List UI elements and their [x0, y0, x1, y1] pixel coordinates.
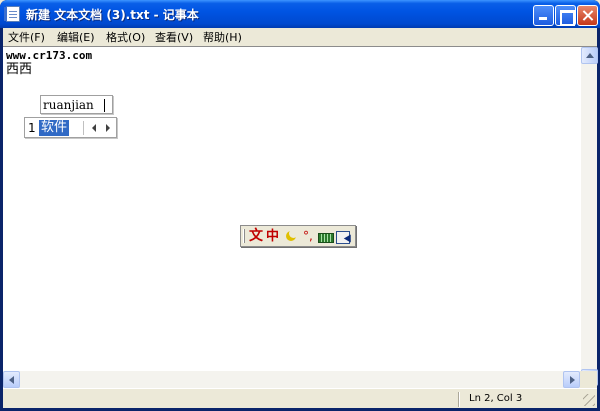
menu-file[interactable]: 文件(F)	[8, 29, 45, 45]
candidate-word[interactable]: 软件	[39, 120, 70, 136]
menu-edit[interactable]: 编辑(E)	[57, 29, 95, 45]
candidate-divider	[83, 121, 84, 135]
arrow-left-icon	[9, 376, 14, 384]
minimize-icon	[534, 6, 553, 25]
ime-status-bar: 文 中 °,	[240, 225, 356, 247]
ime-candidate-window: 1 软件	[24, 117, 117, 138]
maximize-icon	[556, 6, 575, 26]
ime-composition-text: ruanjian	[43, 98, 94, 112]
notepad-window: 新建 文本文档 (3).txt - 记事本 文件(F) 编辑(E) 格式(O) …	[0, 0, 600, 411]
status-bar: Ln 2, Col 3	[3, 388, 597, 408]
maximize-button[interactable]	[555, 5, 576, 26]
candidate-next-button[interactable]	[101, 120, 115, 136]
punctuation-toggle[interactable]: °,	[303, 228, 315, 245]
menu-help[interactable]: 帮助(H)	[203, 29, 242, 45]
half-width-moon-icon[interactable]	[285, 228, 298, 245]
editor-line: 西西	[6, 62, 33, 77]
cursor-position: Ln 2, Col 3	[469, 393, 523, 404]
window-title: 新建 文本文档 (3).txt - 记事本	[26, 8, 199, 22]
arrow-left-icon	[92, 124, 96, 132]
scroll-left-button[interactable]	[3, 371, 20, 388]
menu-format[interactable]: 格式(O)	[106, 29, 145, 45]
ime-caret	[104, 99, 105, 112]
soft-keyboard-icon[interactable]	[317, 228, 334, 245]
menu-view[interactable]: 查看(V)	[155, 29, 193, 45]
status-divider	[458, 392, 460, 407]
menu-bar: 文件(F) 编辑(E) 格式(O) 查看(V) 帮助(H)	[3, 28, 597, 46]
close-button[interactable]	[577, 5, 598, 26]
editor-line: www.cr173.com	[6, 49, 93, 62]
editor-content: www.cr173.com 西西	[6, 49, 92, 78]
minimize-button[interactable]	[533, 5, 554, 26]
arrow-up-icon	[586, 53, 594, 58]
title-bar[interactable]: 新建 文本文档 (3).txt - 记事本	[0, 0, 600, 28]
resize-grip-icon[interactable]	[583, 394, 595, 406]
candidate-index: 1	[28, 121, 36, 135]
scrollbar-corner	[580, 371, 597, 388]
scroll-up-button[interactable]	[581, 47, 598, 64]
notepad-icon[interactable]	[4, 6, 20, 22]
ime-logo-icon[interactable]: 文	[249, 228, 265, 245]
candidate-prev-button[interactable]	[87, 120, 101, 136]
ime-menu-icon[interactable]	[335, 228, 353, 245]
vertical-scrollbar[interactable]	[580, 47, 598, 386]
close-icon	[578, 6, 597, 25]
ime-composition-window: ruanjian	[40, 95, 113, 114]
scroll-right-button[interactable]	[563, 371, 580, 388]
horizontal-scrollbar[interactable]	[3, 371, 580, 388]
drag-handle-icon[interactable]	[243, 229, 245, 243]
ime-mode-toggle[interactable]: 中	[266, 228, 282, 245]
arrow-right-icon	[570, 376, 575, 384]
arrow-right-icon	[106, 124, 110, 132]
